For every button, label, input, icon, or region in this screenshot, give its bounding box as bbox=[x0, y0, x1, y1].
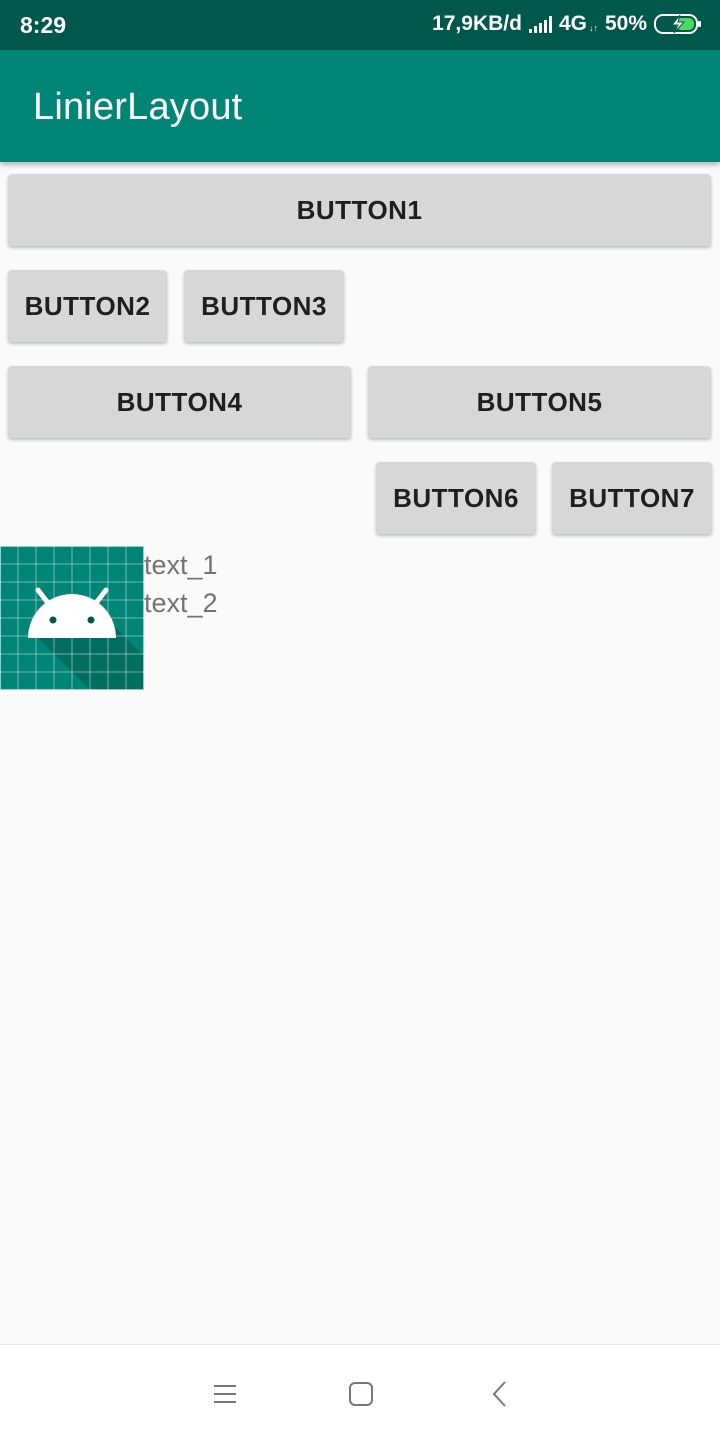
button3[interactable]: BUTTON3 bbox=[184, 270, 344, 342]
home-icon[interactable] bbox=[341, 1375, 381, 1415]
net-speed: 17,9KB/d bbox=[432, 12, 522, 35]
battery-charging-icon bbox=[654, 14, 701, 34]
signal-icon bbox=[528, 15, 552, 33]
menu-icon[interactable] bbox=[205, 1375, 245, 1415]
button1[interactable]: BUTTON1 bbox=[8, 174, 711, 246]
status-time: 8:29 bbox=[20, 12, 67, 38]
app-title: LinierLayout bbox=[33, 86, 243, 128]
android-icon bbox=[0, 546, 144, 690]
text-view-2: text_2 bbox=[144, 588, 218, 618]
button5[interactable]: BUTTON5 bbox=[368, 366, 711, 438]
button2[interactable]: BUTTON2 bbox=[8, 270, 167, 342]
network-type: 4G bbox=[558, 12, 587, 35]
status-indicators: 17,9KB/d 4G ↓↑ 50% bbox=[432, 12, 702, 36]
text-view-1: text_1 bbox=[144, 550, 218, 580]
button4[interactable]: BUTTON4 bbox=[8, 366, 351, 438]
button7[interactable]: BUTTON7 bbox=[552, 462, 712, 534]
back-icon[interactable] bbox=[480, 1375, 520, 1415]
navigation-bar bbox=[0, 1344, 720, 1441]
button6[interactable]: BUTTON6 bbox=[376, 462, 536, 534]
battery-percent: 50% bbox=[604, 12, 647, 35]
status-bar: 8:29 17,9KB/d 4G ↓↑ 50% bbox=[0, 0, 720, 50]
app-bar: LinierLayout bbox=[0, 50, 720, 162]
network-activity-icon: ↓↑ bbox=[588, 23, 598, 33]
